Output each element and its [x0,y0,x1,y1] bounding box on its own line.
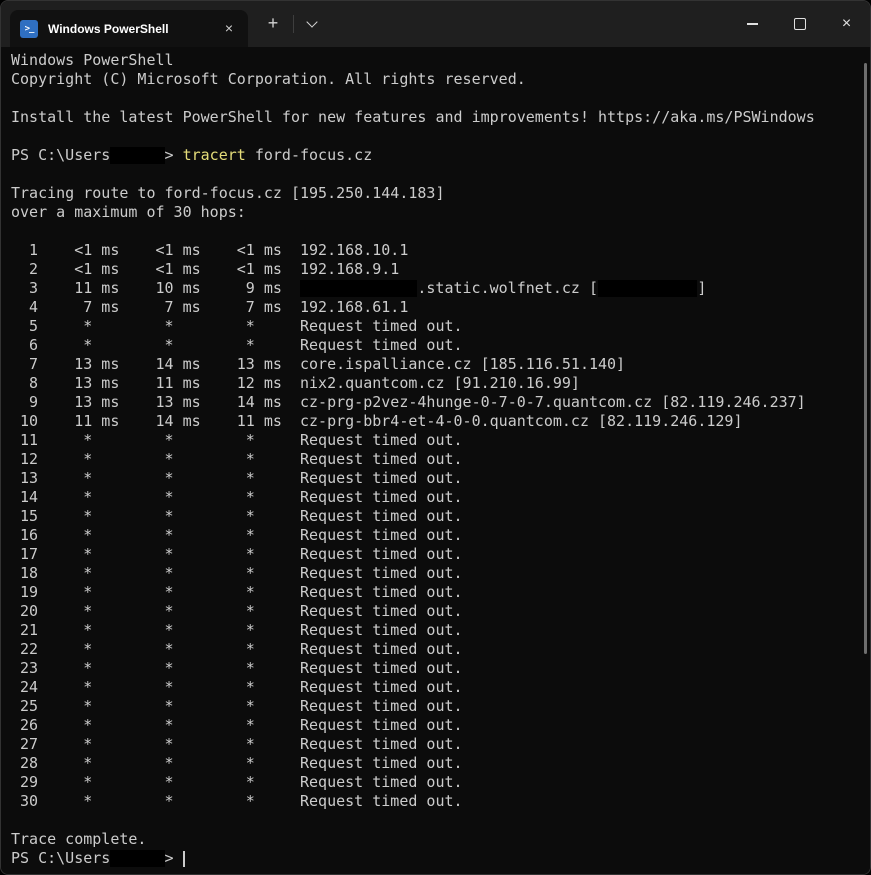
redaction-box [110,850,164,867]
tab-dropdown-button[interactable] [301,11,323,37]
tab-close-button[interactable]: × [220,20,238,38]
new-tab-button[interactable]: + [260,11,286,37]
close-button[interactable]: × [823,1,870,47]
maximize-button[interactable] [776,1,823,47]
window-controls: × [729,1,870,47]
scrollbar[interactable] [864,63,867,654]
tab-actions-divider [293,15,294,33]
terminal-output[interactable]: Windows PowerShell Copyright (C) Microso… [11,51,870,868]
redaction-box [110,147,164,164]
tab-strip: >_ Windows PowerShell × [1,1,248,47]
chevron-down-icon [306,16,317,27]
plus-icon: + [268,13,279,33]
redaction-box [300,280,417,297]
terminal-window: >_ Windows PowerShell × + [0,0,871,875]
titlebar-drag-area [323,1,729,47]
terminal-pane[interactable]: Windows PowerShell Copyright (C) Microso… [1,47,870,874]
maximize-icon [794,18,806,30]
text-cursor [183,851,185,867]
minimize-icon [747,23,758,24]
powershell-icon: >_ [20,20,38,38]
tab-windows-powershell[interactable]: >_ Windows PowerShell × [10,10,248,47]
tab-actions: + [260,1,323,47]
close-icon: × [842,16,851,32]
tab-title: Windows PowerShell [48,22,220,36]
command-text: tracert [183,146,246,164]
titlebar: >_ Windows PowerShell × + [1,1,870,47]
close-icon: × [225,20,233,36]
minimize-button[interactable] [729,1,776,47]
redaction-box [598,280,697,297]
